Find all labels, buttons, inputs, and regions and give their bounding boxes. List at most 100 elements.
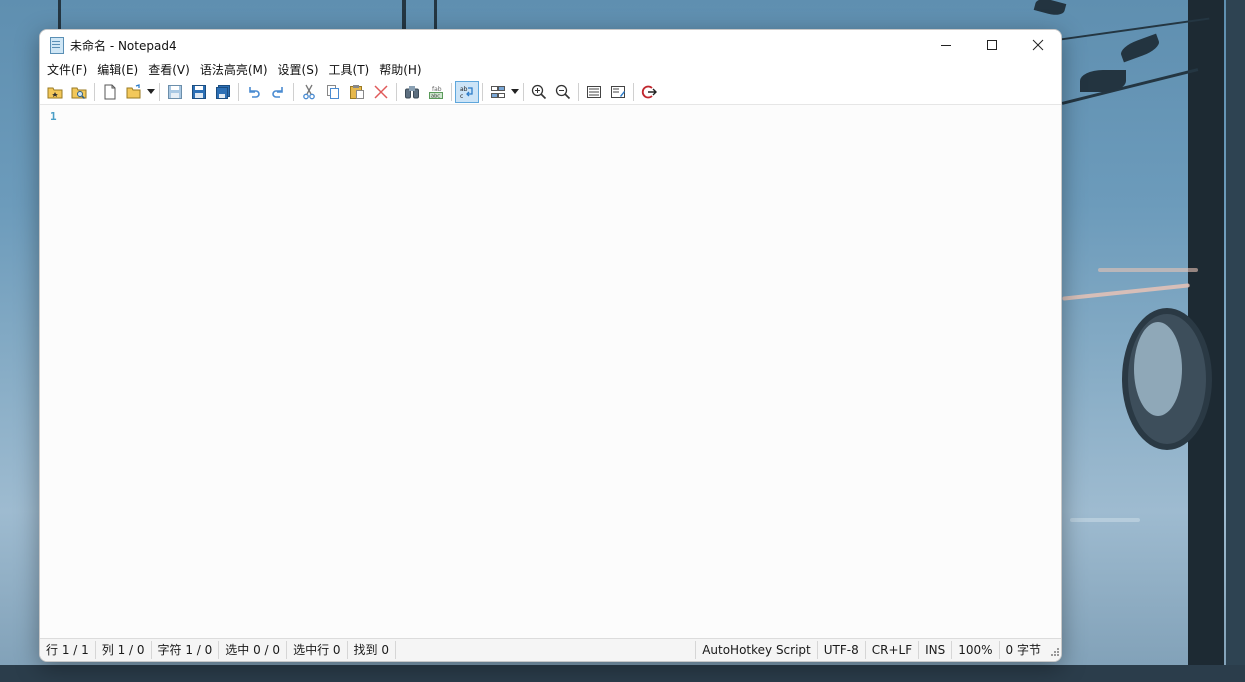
editor-area[interactable]: 1 <box>40 105 1061 639</box>
scheme-button[interactable] <box>486 81 510 103</box>
status-selection[interactable]: 选中 0 / 0 <box>219 641 288 659</box>
status-spacer <box>396 641 697 659</box>
wallpaper-leaf <box>1080 70 1126 92</box>
minimize-button[interactable] <box>923 30 969 60</box>
toolbar: fab abc ab c <box>40 80 1061 105</box>
view-icon <box>587 86 601 98</box>
wallpaper-pole-shadow <box>1226 0 1245 682</box>
status-line[interactable]: 行 1 / 1 <box>40 641 96 659</box>
settings-button[interactable] <box>606 81 630 103</box>
dropdown-arrow-icon <box>147 89 155 94</box>
toolbar-separator <box>159 83 160 101</box>
save-as-icon <box>192 85 206 99</box>
replace-icon: fababc <box>429 86 443 100</box>
menu-edit[interactable]: 编辑(E) <box>92 60 143 80</box>
menu-bar: 文件(F) 编辑(E) 查看(V) 语法高亮(M) 设置(S) 工具(T) 帮助… <box>40 60 1061 80</box>
menu-help[interactable]: 帮助(H) <box>374 60 426 80</box>
toolbar-separator <box>482 83 483 101</box>
scheme-dropdown[interactable] <box>510 81 520 103</box>
open-file-dropdown[interactable] <box>146 81 156 103</box>
exit-icon <box>641 85 657 99</box>
open-file-icon <box>126 84 141 99</box>
exit-button[interactable] <box>637 81 661 103</box>
toolbar-separator <box>523 83 524 101</box>
paste-icon <box>350 85 364 99</box>
toolbar-separator <box>396 83 397 101</box>
svg-text:c: c <box>460 93 463 100</box>
view-button[interactable] <box>582 81 606 103</box>
status-size[interactable]: 0 字节 <box>1000 641 1047 659</box>
svg-text:abc: abc <box>431 94 440 100</box>
save-copy-button[interactable] <box>211 81 235 103</box>
undo-button[interactable] <box>242 81 266 103</box>
zoom-in-button[interactable] <box>527 81 551 103</box>
open-file-button[interactable] <box>122 81 146 103</box>
notepad-window: 未命名 - Notepad4 文件(F) 编辑(E) 查看(V) 语法高亮(M)… <box>39 29 1062 662</box>
menu-view[interactable]: 查看(V) <box>143 60 195 80</box>
wallpaper-pole <box>402 0 406 30</box>
undo-icon <box>249 87 260 98</box>
zoom-in-icon <box>531 84 547 100</box>
new-file-button[interactable] <box>98 81 122 103</box>
status-zoom[interactable]: 100% <box>952 641 1000 659</box>
wallpaper-cloud <box>1070 518 1140 522</box>
redo-icon <box>272 87 283 98</box>
wallpaper-ground <box>0 665 1245 682</box>
browse-folder-button[interactable] <box>43 81 67 103</box>
save-button[interactable] <box>163 81 187 103</box>
dropdown-arrow-icon <box>511 89 519 94</box>
menu-tools[interactable]: 工具(T) <box>324 60 375 80</box>
svg-text:ab: ab <box>460 86 468 93</box>
paste-button[interactable] <box>345 81 369 103</box>
zoom-out-button[interactable] <box>551 81 575 103</box>
new-file-icon <box>104 84 116 100</box>
find-file-button[interactable] <box>67 81 91 103</box>
menu-syntax[interactable]: 语法高亮(M) <box>195 60 273 80</box>
minimize-icon <box>941 45 951 46</box>
toolbar-separator <box>578 83 579 101</box>
wallpaper-clock-face <box>1134 322 1182 416</box>
toolbar-separator <box>633 83 634 101</box>
status-found[interactable]: 找到 0 <box>348 641 396 659</box>
save-icon <box>168 85 182 99</box>
menu-file[interactable]: 文件(F) <box>42 60 92 80</box>
cut-icon <box>303 84 315 100</box>
status-scheme[interactable]: AutoHotkey Script <box>696 641 818 659</box>
status-eol[interactable]: CR+LF <box>866 641 920 659</box>
word-wrap-icon: abc <box>460 86 473 100</box>
word-wrap-button[interactable]: ab c <box>455 81 479 103</box>
find-button[interactable] <box>400 81 424 103</box>
wallpaper-cloud <box>1062 283 1190 301</box>
save-copy-icon <box>216 85 230 99</box>
line-number: 1 <box>50 110 57 123</box>
resize-grip-icon[interactable] <box>1047 641 1061 659</box>
status-mode[interactable]: INS <box>919 641 953 659</box>
menu-settings[interactable]: 设置(S) <box>273 60 324 80</box>
zoom-out-icon <box>555 84 571 100</box>
toolbar-separator <box>238 83 239 101</box>
status-column[interactable]: 列 1 / 0 <box>96 641 152 659</box>
status-encoding[interactable]: UTF-8 <box>818 641 866 659</box>
copy-button[interactable] <box>321 81 345 103</box>
maximize-button[interactable] <box>969 30 1015 60</box>
wallpaper-pole <box>434 0 437 30</box>
redo-button[interactable] <box>266 81 290 103</box>
wallpaper-leaf <box>1118 33 1162 63</box>
save-as-button[interactable] <box>187 81 211 103</box>
status-selected-lines[interactable]: 选中行 0 <box>287 641 348 659</box>
status-bar: 行 1 / 1 列 1 / 0 字符 1 / 0 选中 0 / 0 选中行 0 … <box>40 638 1061 661</box>
replace-button[interactable]: fab abc <box>424 81 448 103</box>
title-bar[interactable]: 未命名 - Notepad4 <box>40 30 1061 60</box>
find-file-icon <box>71 87 87 100</box>
cut-button[interactable] <box>297 81 321 103</box>
status-char[interactable]: 字符 1 / 0 <box>152 641 220 659</box>
notepad-app-icon[interactable] <box>48 37 64 54</box>
wallpaper-leaf <box>1033 0 1067 18</box>
toolbar-separator <box>451 83 452 101</box>
copy-icon <box>327 85 339 99</box>
delete-button[interactable] <box>369 81 393 103</box>
close-icon <box>1032 39 1044 51</box>
wallpaper-cloud <box>1098 268 1198 272</box>
toolbar-separator <box>94 83 95 101</box>
close-button[interactable] <box>1015 30 1061 60</box>
